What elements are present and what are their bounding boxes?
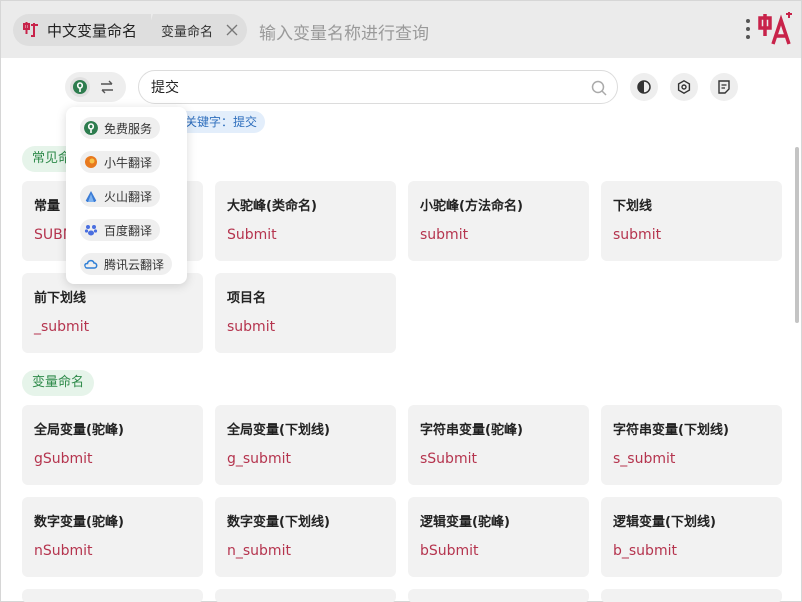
close-icon[interactable]	[225, 23, 239, 37]
card-title: 字符串变量(驼峰)	[420, 423, 523, 438]
card-camel-case[interactable]: 小驼峰(方法命名) submit	[408, 181, 589, 261]
card-title: 项目名	[227, 291, 267, 306]
card-boolean-snake[interactable]: 逻辑变量(下划线) b_submit	[601, 497, 782, 577]
card-snake-case[interactable]: 下划线 submit	[601, 181, 782, 261]
translator-label: 免费服务	[104, 121, 153, 136]
contrast-icon	[637, 80, 651, 94]
translator-option-niutrans[interactable]: 小牛翻译	[80, 151, 161, 173]
card-value[interactable]: g_submit	[227, 451, 384, 467]
document-icon	[718, 80, 730, 94]
card-number-snake[interactable]: 数字变量(下划线) n_submit	[215, 497, 396, 577]
card-pascal-case[interactable]: 大驼峰(类命名) Submit	[215, 181, 396, 261]
card-value[interactable]: s_submit	[613, 451, 770, 467]
translator-option-free[interactable]: 免费服务	[80, 117, 161, 139]
card-value[interactable]: gSubmit	[34, 451, 191, 467]
card-value[interactable]: _submit	[34, 319, 191, 335]
swap-icon	[101, 80, 113, 94]
card-value[interactable]: bSubmit	[420, 543, 577, 559]
card-value[interactable]: n_submit	[227, 543, 384, 559]
card-value[interactable]: b_submit	[613, 543, 770, 559]
free-service-icon	[70, 77, 90, 97]
card-title: 全局变量(下划线)	[227, 423, 330, 438]
translator-label: 小牛翻译	[104, 155, 153, 170]
app-tab-label: 中文变量命名	[47, 21, 138, 40]
card-title: 逻辑变量(驼峰)	[420, 515, 510, 530]
card-leading-underscore[interactable]: 前下划线 _submit	[22, 273, 203, 353]
query-input-placeholder[interactable]: 输入变量名称进行查询	[259, 19, 429, 44]
card-partial	[601, 589, 782, 602]
card-title: 全局变量(驼峰)	[34, 423, 124, 438]
translator-dropdown: 免费服务 小牛翻译 火山翻译 百度翻译 腾讯云翻译	[66, 107, 187, 284]
card-title: 逻辑变量(下划线)	[613, 515, 716, 530]
theme-button[interactable]	[630, 73, 658, 101]
search-icon[interactable]	[591, 80, 607, 96]
niutrans-icon	[85, 156, 97, 168]
tab-app-main[interactable]: 中文变量命名	[13, 14, 151, 46]
card-string-snake[interactable]: 字符串变量(下划线) s_submit	[601, 405, 782, 485]
card-partial	[215, 589, 396, 602]
card-title: 前下划线	[34, 291, 87, 306]
gear-icon	[677, 80, 691, 94]
card-global-snake[interactable]: 全局变量(下划线) g_submit	[215, 405, 396, 485]
card-value[interactable]: sSubmit	[420, 451, 577, 467]
card-title: 小驼峰(方法命名)	[420, 199, 523, 214]
card-string-camel[interactable]: 字符串变量(驼峰) sSubmit	[408, 405, 589, 485]
card-partial	[408, 589, 589, 602]
search-input[interactable]	[151, 79, 571, 95]
settings-button[interactable]	[670, 73, 698, 101]
title-bar: 中文变量命名 变量命名 输入变量名称进行查询	[1, 1, 801, 58]
translator-option-tencent[interactable]: 腾讯云翻译	[80, 253, 173, 275]
translator-label: 腾讯云翻译	[104, 257, 165, 272]
card-title: 大驼峰(类命名)	[227, 199, 317, 214]
tab-variable-naming[interactable]: 变量命名	[143, 14, 247, 46]
card-number-camel[interactable]: 数字变量(驼峰) nSubmit	[22, 497, 203, 577]
volcano-icon	[85, 191, 97, 202]
card-value[interactable]: submit	[613, 227, 770, 243]
card-title: 数字变量(下划线)	[227, 515, 330, 530]
card-global-camel[interactable]: 全局变量(驼峰) gSubmit	[22, 405, 203, 485]
card-project-name[interactable]: 项目名 submit	[215, 273, 396, 353]
baidu-icon	[84, 225, 98, 236]
notes-button[interactable]	[710, 73, 738, 101]
card-partial	[22, 589, 203, 602]
card-title: 字符串变量(下划线)	[613, 423, 729, 438]
app-logo-icon	[21, 20, 41, 40]
brand-logo-icon	[758, 12, 792, 45]
translator-switch[interactable]	[65, 72, 126, 102]
sub-tab-label: 变量命名	[161, 24, 214, 40]
translator-option-volcano[interactable]: 火山翻译	[80, 185, 161, 207]
card-title: 数字变量(驼峰)	[34, 515, 124, 530]
card-value[interactable]: submit	[227, 319, 384, 335]
translator-label: 百度翻译	[104, 223, 153, 238]
more-vertical-icon[interactable]	[745, 17, 751, 41]
translator-option-baidu[interactable]: 百度翻译	[80, 219, 161, 241]
free-service-icon	[84, 121, 98, 135]
tencent-cloud-icon	[84, 259, 98, 269]
card-value[interactable]: nSubmit	[34, 543, 191, 559]
card-value[interactable]: Submit	[227, 227, 384, 243]
search-box[interactable]	[138, 70, 618, 104]
card-value[interactable]: submit	[420, 227, 577, 243]
translator-label: 火山翻译	[104, 189, 153, 204]
scrollbar-thumb[interactable]	[795, 147, 799, 323]
section-title-variables: 变量命名	[22, 370, 95, 396]
card-title: 下划线	[613, 199, 653, 214]
card-boolean-camel[interactable]: 逻辑变量(驼峰) bSubmit	[408, 497, 589, 577]
